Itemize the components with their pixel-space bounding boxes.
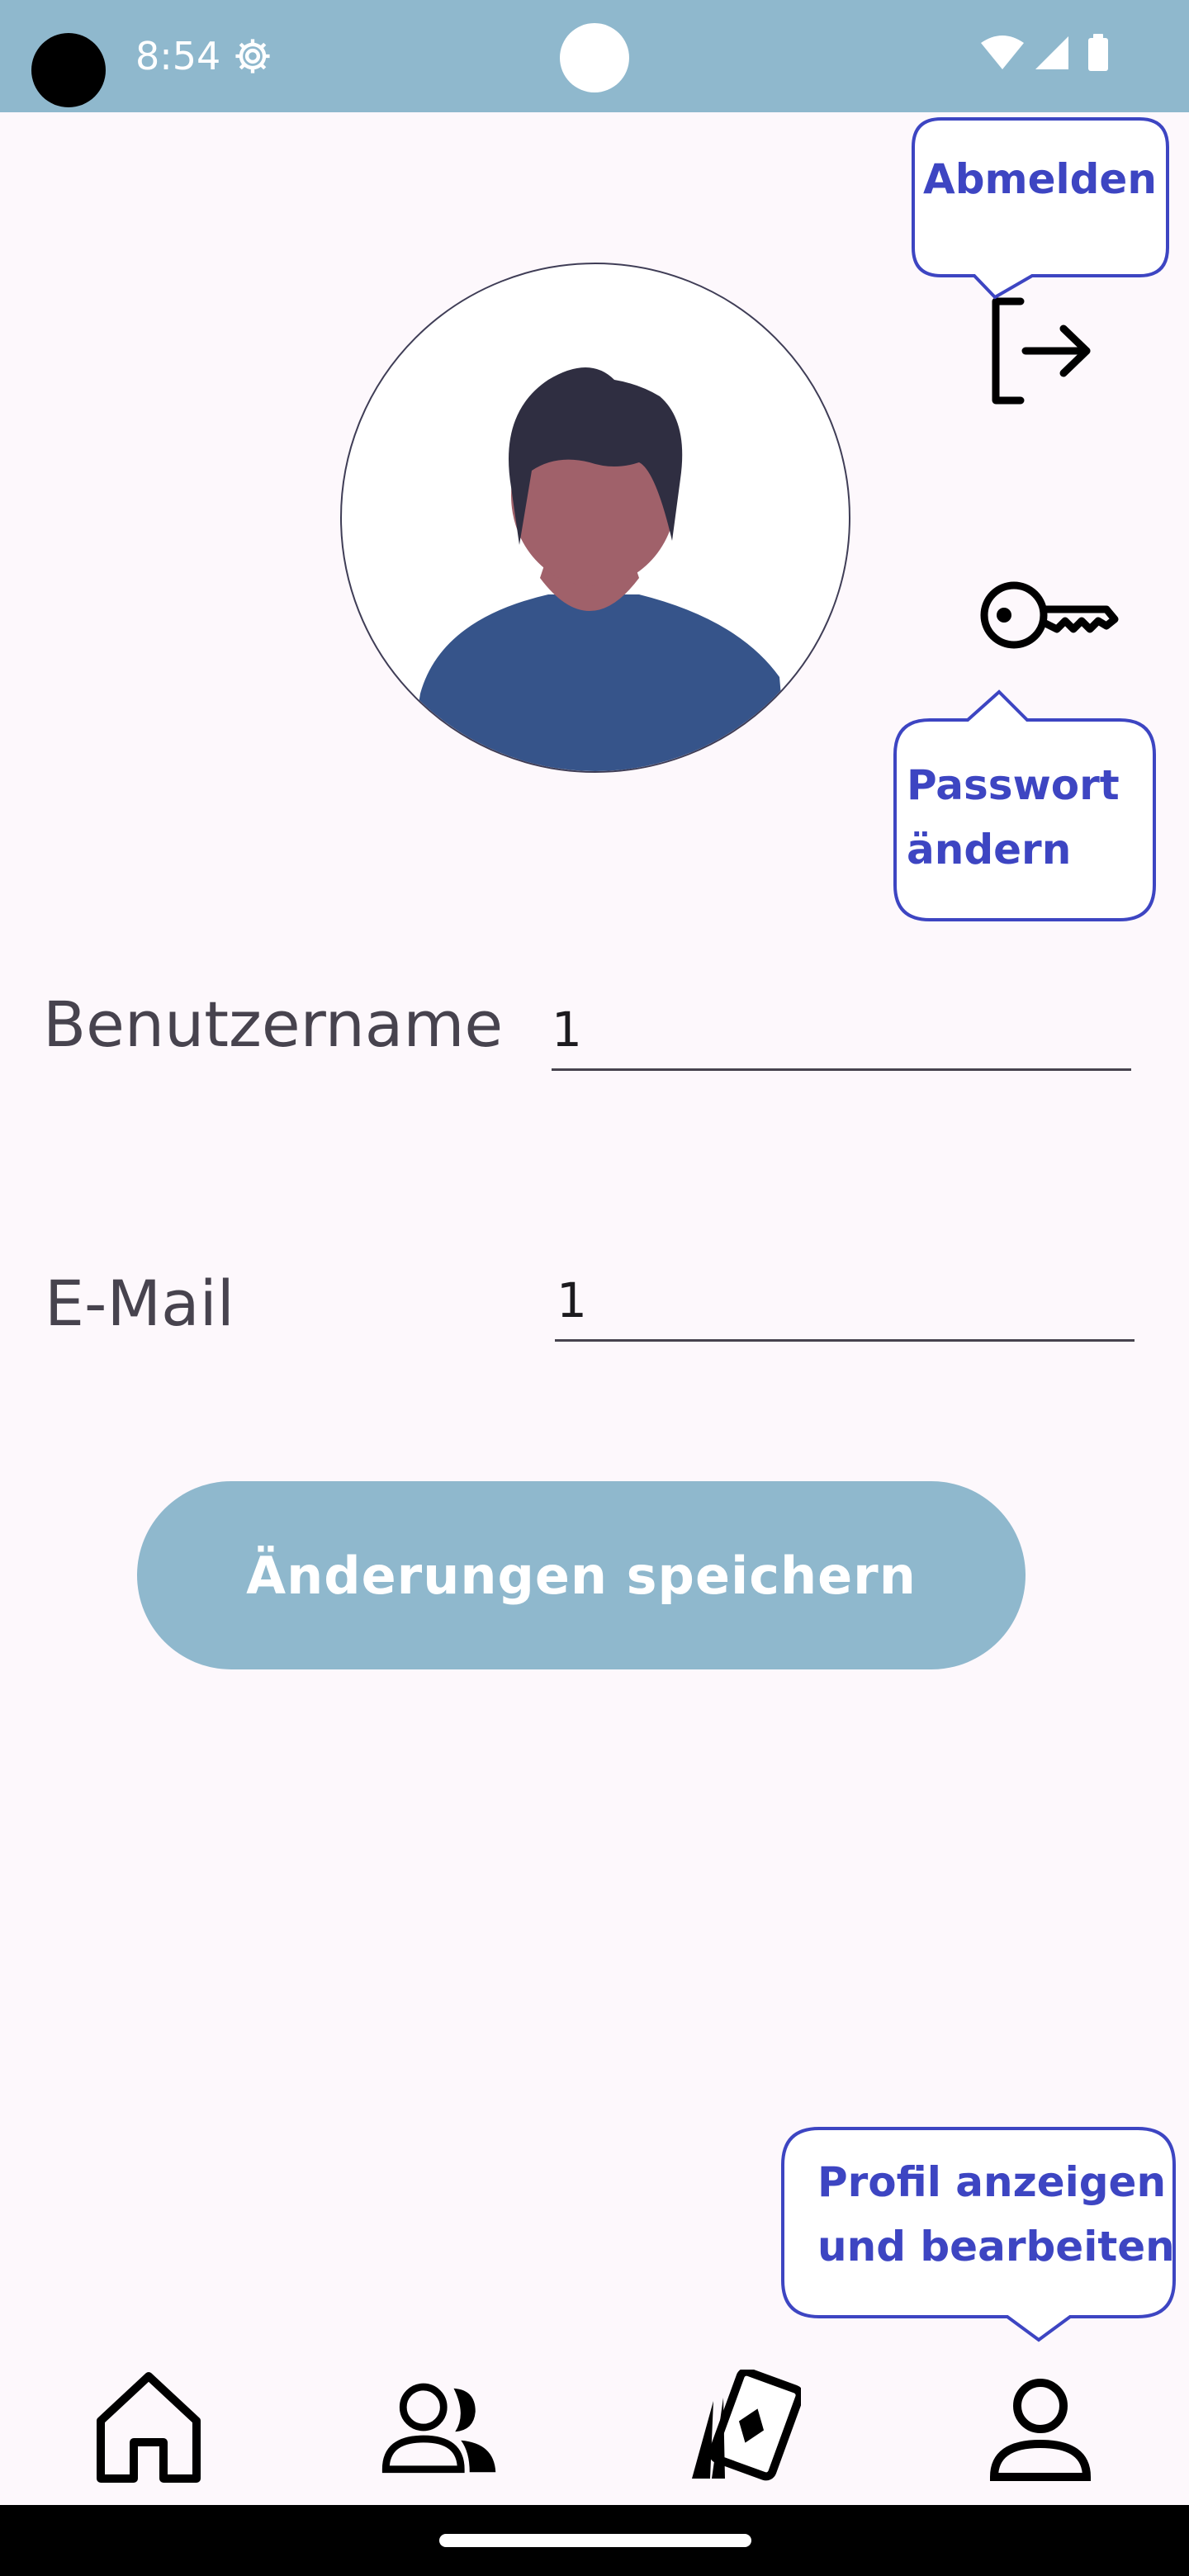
- key-icon[interactable]: [974, 561, 1123, 669]
- avatar-illustration: [408, 367, 788, 771]
- email-input[interactable]: 1: [557, 1271, 1135, 1329]
- battery-icon: [1088, 38, 1108, 71]
- camera-indicator: [560, 23, 629, 92]
- email-label: E-Mail: [45, 1267, 234, 1340]
- person-icon[interactable]: [983, 2370, 1098, 2485]
- wifi-icon: [981, 36, 1024, 69]
- logout-callout-text: Abmelden: [923, 155, 1157, 203]
- logout-icon[interactable]: [971, 289, 1103, 413]
- camera-cutout: [31, 33, 106, 107]
- status-icons: [981, 34, 1108, 71]
- signal-icon: [1035, 36, 1068, 69]
- password-callout-line2: ändern: [907, 826, 1072, 874]
- profile-avatar[interactable]: [340, 263, 850, 773]
- password-callout-line1: Passwort: [907, 761, 1120, 809]
- profile-callout-line2: und bearbeiten: [817, 2223, 1175, 2271]
- home-indicator[interactable]: [439, 2534, 751, 2547]
- home-icon[interactable]: [91, 2370, 206, 2485]
- cards-icon[interactable]: [685, 2370, 801, 2485]
- username-label: Benutzername: [43, 987, 504, 1061]
- username-underline: [552, 1068, 1131, 1071]
- status-time: 8:54: [135, 34, 221, 78]
- people-icon[interactable]: [381, 2370, 497, 2485]
- settings-icon: [235, 39, 270, 73]
- save-button[interactable]: Änderungen speichern: [137, 1481, 1026, 1669]
- email-underline: [555, 1339, 1135, 1342]
- profile-callout-line1: Profil anzeigen: [817, 2158, 1167, 2206]
- username-input[interactable]: 1: [552, 1001, 1130, 1058]
